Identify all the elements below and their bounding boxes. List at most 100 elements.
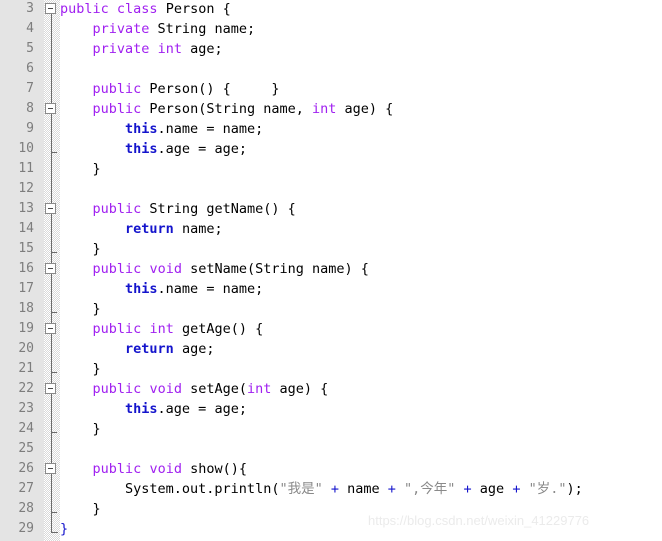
fold-block-end-tick	[51, 152, 57, 153]
line-number: 25	[18, 441, 34, 456]
fold-block-end-tick	[51, 512, 57, 513]
fold-block-end-tick	[51, 432, 57, 433]
token-string-literal: ",今年"	[404, 481, 456, 497]
token-control-keyword: this	[125, 281, 158, 297]
token-identifier: String getName() {	[141, 201, 296, 217]
token-keyword: public	[92, 261, 142, 277]
fold-connector-line	[51, 389, 52, 432]
token-identifier: }	[60, 241, 101, 257]
line-number: 14	[18, 221, 34, 236]
token-keyword: public	[92, 461, 142, 477]
code-line[interactable]: this.name = name;	[60, 119, 263, 139]
token-control-keyword: return	[125, 341, 174, 357]
line-number: 17	[18, 281, 34, 296]
fold-collapse-icon[interactable]	[45, 203, 56, 214]
line-number: 23	[18, 401, 34, 416]
code-editor[interactable]: 3 4 5 6 7 8 9 10 11 12 13 14 15 16 17 18 19 20 21 22 23 24 25 2…	[0, 0, 662, 541]
code-line[interactable]: public void show(){	[60, 459, 247, 479]
line-number: 15	[18, 241, 34, 256]
token-keyword: class	[116, 1, 158, 17]
fold-connector-line	[51, 269, 52, 312]
token-keyword: void	[149, 261, 182, 277]
code-line[interactable]: }	[60, 159, 101, 179]
token-control-keyword: return	[125, 221, 174, 237]
code-line[interactable]: private int age;	[60, 39, 223, 59]
token-keyword: private	[92, 21, 150, 37]
token-identifier	[60, 381, 93, 397]
code-line[interactable]: }	[60, 359, 101, 379]
code-line[interactable]: public Person(String name, int age) {	[60, 99, 394, 119]
token-identifier: String name;	[149, 21, 256, 37]
code-line[interactable]: }	[60, 419, 101, 439]
code-line[interactable]: }	[60, 239, 101, 259]
token-identifier	[60, 201, 93, 217]
token-keyword: void	[149, 381, 182, 397]
code-line[interactable]: public String getName() {	[60, 199, 296, 219]
token-identifier	[60, 41, 93, 57]
code-line[interactable]: public void setAge(int age) {	[60, 379, 329, 399]
fold-collapse-icon[interactable]	[45, 383, 56, 394]
line-number: 11	[18, 161, 34, 176]
token-identifier: }	[60, 361, 101, 377]
fold-connector-line	[51, 469, 52, 512]
fold-connector-line	[51, 329, 52, 372]
token-identifier: setAge(	[181, 381, 247, 397]
token-keyword: public	[92, 81, 142, 97]
fold-collapse-icon[interactable]	[45, 463, 56, 474]
token-operator: +	[504, 481, 529, 497]
code-line[interactable]: this.age = age;	[60, 139, 247, 159]
fold-collapse-icon[interactable]	[45, 323, 56, 334]
line-number: 4	[26, 21, 34, 36]
code-line[interactable]: }	[60, 499, 101, 519]
line-number: 24	[18, 421, 34, 436]
fold-collapse-icon[interactable]	[45, 3, 56, 14]
token-identifier: getAge() {	[173, 321, 264, 337]
code-line[interactable]: }	[60, 519, 68, 539]
line-number: 7	[26, 81, 34, 96]
line-number: 21	[18, 361, 34, 376]
token-operator: +	[379, 481, 405, 497]
token-identifier: .name = name;	[157, 281, 264, 297]
code-content-area[interactable]: public class Person { private String nam…	[60, 0, 662, 541]
line-number: 28	[18, 501, 34, 516]
code-line[interactable]: private String name;	[60, 19, 256, 39]
token-operator: +	[455, 481, 480, 497]
code-line[interactable]: return age;	[60, 339, 214, 359]
code-line[interactable]: return name;	[60, 219, 223, 239]
fold-block-terminator	[51, 526, 58, 533]
code-line[interactable]: this.age = age;	[60, 399, 247, 419]
code-line[interactable]: this.name = name;	[60, 279, 263, 299]
token-identifier	[60, 341, 125, 357]
token-control-keyword: this	[125, 401, 158, 417]
token-brace: }	[60, 521, 69, 537]
line-number: 27	[18, 481, 34, 496]
line-number: 10	[18, 141, 34, 156]
fold-collapse-icon[interactable]	[45, 103, 56, 114]
code-line[interactable]: public Person() { }	[60, 79, 280, 99]
watermark-text: https://blog.csdn.net/weixin_41229776	[368, 513, 590, 528]
line-number: 19	[18, 321, 34, 336]
code-line[interactable]: System.out.println("我是" + name + ",今年" +…	[60, 479, 583, 499]
code-line[interactable]: public int getAge() {	[60, 319, 264, 339]
code-line[interactable]: }	[60, 299, 101, 319]
token-identifier	[60, 81, 93, 97]
token-identifier: age) {	[271, 381, 329, 397]
token-identifier: }	[60, 301, 101, 317]
line-number: 18	[18, 301, 34, 316]
token-identifier: setName(String name) {	[181, 261, 369, 277]
fold-connector-line	[51, 109, 52, 152]
code-line[interactable]: public void setName(String name) {	[60, 259, 369, 279]
token-identifier	[60, 281, 125, 297]
fold-connector-line	[51, 209, 52, 252]
token-identifier: .age = age;	[157, 141, 247, 157]
fold-collapse-icon[interactable]	[45, 263, 56, 274]
token-identifier: age;	[181, 41, 223, 57]
line-number: 9	[26, 121, 34, 136]
token-identifier	[60, 461, 93, 477]
token-identifier: .age = age;	[157, 401, 247, 417]
token-identifier: show(){	[181, 461, 247, 477]
token-identifier	[60, 141, 125, 157]
fold-block-end-tick	[51, 252, 57, 253]
code-line[interactable]: public class Person {	[60, 0, 231, 19]
token-identifier	[60, 121, 125, 137]
